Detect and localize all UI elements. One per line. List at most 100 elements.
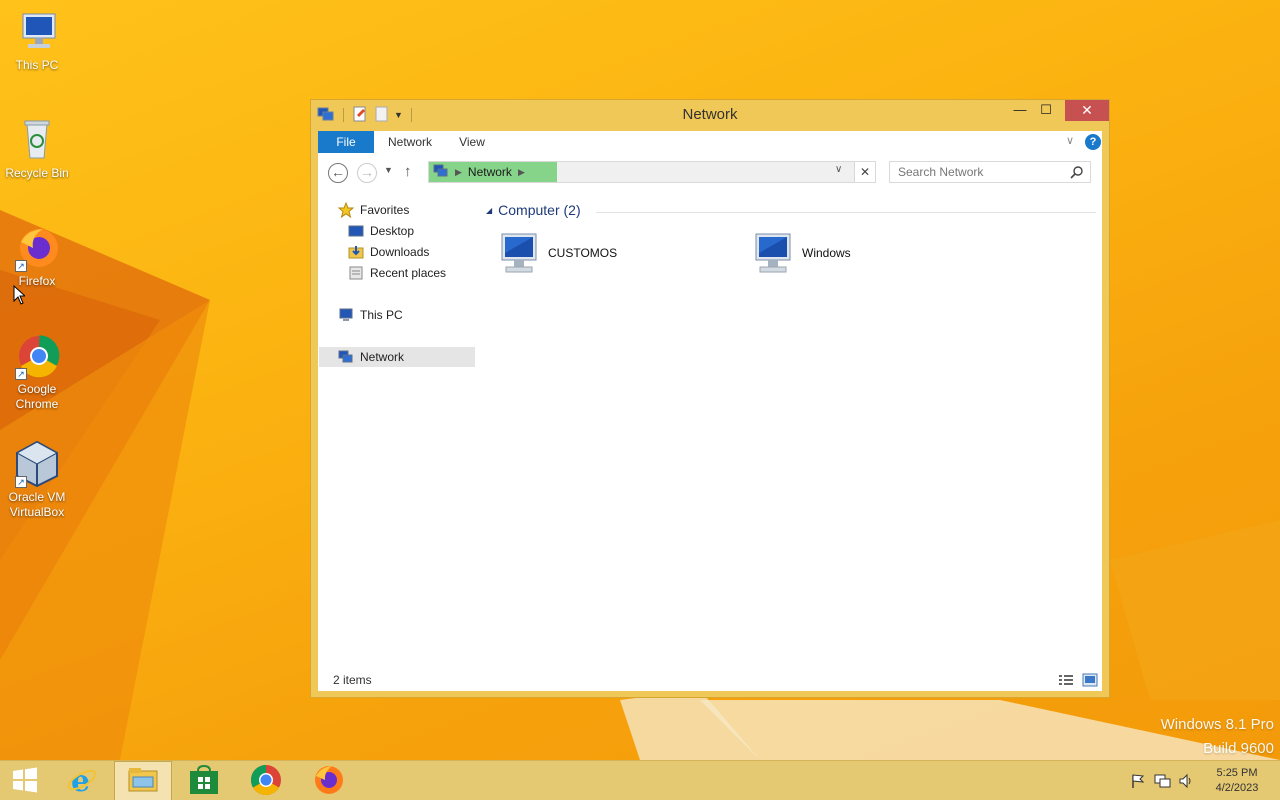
search-box[interactable] xyxy=(889,161,1091,183)
sidebar-item-label: This PC xyxy=(360,308,403,322)
taskbar-store[interactable] xyxy=(176,761,232,800)
volume-icon[interactable] xyxy=(1178,773,1194,792)
refresh-clear-button[interactable]: ✕ xyxy=(854,161,876,183)
collapse-group-icon[interactable]: ◢ xyxy=(486,206,492,215)
taskbar-chrome[interactable] xyxy=(238,761,294,800)
sidebar-item-downloads[interactable]: Downloads xyxy=(348,242,429,262)
search-icon[interactable] xyxy=(1070,165,1084,182)
status-bar-item-count: 2 items xyxy=(333,673,372,687)
clock-date: 4/2/2023 xyxy=(1215,782,1259,794)
this-pc-icon xyxy=(338,307,354,323)
taskbar: e 5:25 PM 4/2/2023 xyxy=(0,760,1280,800)
action-center-flag-icon[interactable] xyxy=(1130,773,1146,792)
chrome-icon xyxy=(250,764,282,799)
tab-file[interactable]: File xyxy=(318,131,374,153)
star-icon xyxy=(337,201,355,219)
network-icon xyxy=(338,349,354,365)
network-status-icon[interactable] xyxy=(1154,773,1172,792)
desktop-icon-label: Google Chrome xyxy=(15,382,59,411)
forward-button[interactable]: → xyxy=(357,163,377,183)
computer-icon xyxy=(750,229,798,277)
desktop-icon-chrome[interactable]: ↗ Google Chrome xyxy=(0,332,74,412)
desktop-icon-virtualbox[interactable]: ↗ Oracle VM VirtualBox xyxy=(0,440,74,520)
details-view-icon[interactable] xyxy=(1058,673,1074,690)
sidebar-item-label: Desktop xyxy=(370,224,415,238)
os-version-watermark: Windows 8.1 Pro xyxy=(1160,716,1274,733)
desktop-icon-recycle-bin[interactable]: Recycle Bin xyxy=(0,116,74,181)
large-icons-view-icon[interactable] xyxy=(1082,673,1098,690)
this-pc-icon xyxy=(13,8,61,56)
breadcrumb-separator-icon: ▶ xyxy=(455,166,462,177)
sidebar-item-label: Recent places xyxy=(370,266,447,280)
file-explorer-icon xyxy=(127,765,159,798)
firefox-icon: ↗ xyxy=(13,224,61,272)
address-history-chevron-icon[interactable]: ∨ xyxy=(835,164,842,175)
shortcut-arrow-icon: ↗ xyxy=(15,476,27,488)
network-computer-item[interactable]: CUSTOMOS xyxy=(496,229,617,277)
desktop-icon-label: Oracle VM VirtualBox xyxy=(8,490,66,519)
desktop-icon-this-pc[interactable]: This PC xyxy=(0,8,74,73)
desktop-icon-firefox[interactable]: ↗ Firefox xyxy=(0,224,74,289)
sidebar-item-label: Downloads xyxy=(370,245,430,259)
os-build-watermark: Build 9600 xyxy=(1203,740,1274,757)
shortcut-arrow-icon: ↗ xyxy=(15,260,27,272)
minimize-button[interactable]: — xyxy=(1007,100,1033,121)
firefox-icon xyxy=(312,764,344,799)
taskbar-file-explorer[interactable] xyxy=(114,761,172,800)
sidebar-item-network[interactable]: Network xyxy=(319,347,475,367)
start-icon xyxy=(11,766,39,797)
internet-explorer-icon: e xyxy=(66,764,98,799)
up-button[interactable]: ↑ xyxy=(404,163,412,180)
recent-locations-chevron-icon[interactable]: ▼ xyxy=(384,165,393,175)
sidebar-item-this-pc[interactable]: This PC xyxy=(338,305,403,325)
navigation-pane: Favorites Desktop Downloads Recent place… xyxy=(318,198,478,678)
window-title: Network xyxy=(682,106,738,123)
sidebar-item-recent-places[interactable]: Recent places xyxy=(348,263,446,283)
item-label: Windows xyxy=(802,246,851,260)
breadcrumb-separator-icon[interactable]: ▶ xyxy=(518,167,525,178)
desktop-icon-label: This PC xyxy=(15,58,59,72)
explorer-content: ← → ▼ ↑ ▶ Network ▶ ∨ ✕ Search Network F… xyxy=(318,153,1102,691)
expand-ribbon-chevron-icon[interactable]: ∨ xyxy=(1066,134,1074,147)
tab-view[interactable]: View xyxy=(454,131,490,153)
group-header[interactable]: ◢ Computer (2) xyxy=(486,202,581,218)
store-icon xyxy=(189,764,219,798)
taskbar-firefox[interactable] xyxy=(300,761,356,800)
mouse-cursor-icon xyxy=(13,284,27,308)
start-button[interactable] xyxy=(0,761,50,800)
sidebar-item-label: Favorites xyxy=(360,203,410,217)
maximize-button[interactable]: ☐ xyxy=(1033,100,1059,121)
address-bar[interactable]: ▶ Network ▶ ∨ xyxy=(428,161,876,183)
sidebar-item-favorites[interactable]: Favorites xyxy=(337,200,410,220)
ribbon-tabs: File Network View ∨ ? xyxy=(318,131,1102,153)
breadcrumb-network[interactable]: Network xyxy=(468,165,512,179)
system-clock[interactable]: 5:25 PM 4/2/2023 xyxy=(1206,766,1268,796)
downloads-folder-icon xyxy=(348,244,364,260)
close-button[interactable]: ✕ xyxy=(1065,100,1109,121)
taskbar-internet-explorer[interactable]: e xyxy=(54,761,110,800)
network-computer-item[interactable]: Windows xyxy=(750,229,851,277)
desktop-folder-icon xyxy=(348,223,364,239)
computer-icon xyxy=(496,229,544,277)
tab-network[interactable]: Network xyxy=(380,131,440,153)
desktop-icon-label: Recycle Bin xyxy=(5,166,69,180)
explorer-window: ▼ Network — ☐ ✕ File Network View ∨ ? ← … xyxy=(310,99,1110,698)
shortcut-arrow-icon: ↗ xyxy=(15,368,27,380)
virtualbox-icon: ↗ xyxy=(13,440,61,488)
search-input[interactable] xyxy=(890,162,1060,182)
chrome-icon: ↗ xyxy=(13,332,61,380)
recent-places-icon xyxy=(348,265,364,281)
help-icon[interactable]: ? xyxy=(1085,134,1101,150)
item-label: CUSTOMOS xyxy=(548,246,618,260)
title-bar[interactable]: ▼ Network — ☐ ✕ xyxy=(311,100,1109,130)
desktop-icon-label: Firefox xyxy=(18,274,56,288)
back-button[interactable]: ← xyxy=(328,163,348,183)
recycle-bin-icon xyxy=(13,116,61,164)
breadcrumb[interactable]: ▶ Network ▶ xyxy=(429,162,557,182)
sidebar-item-label: Network xyxy=(360,350,405,364)
group-divider xyxy=(596,212,1096,213)
svg-text:e: e xyxy=(71,764,90,796)
network-icon xyxy=(433,164,449,181)
clock-time: 5:25 PM xyxy=(1216,767,1258,779)
sidebar-item-desktop[interactable]: Desktop xyxy=(348,221,414,241)
